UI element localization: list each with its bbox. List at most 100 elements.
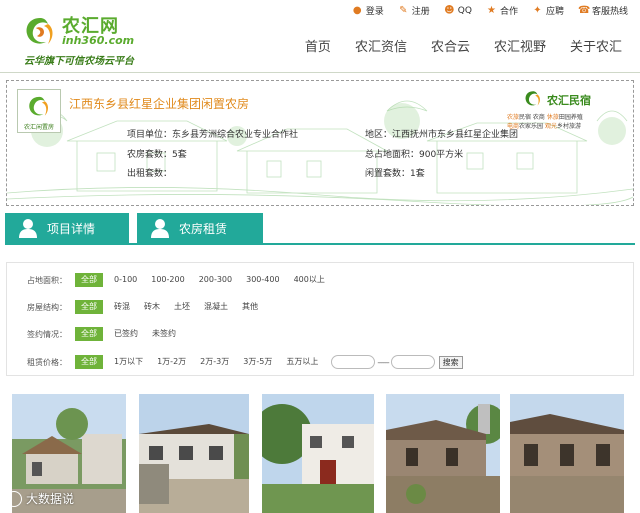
- filter-price-option[interactable]: 1万-2万: [150, 355, 193, 369]
- jobs-label: 应聘: [545, 7, 564, 17]
- hotline-label: 客服热线: [591, 7, 628, 17]
- filter-structure-option[interactable]: 土坯: [167, 300, 197, 314]
- main-nav: 首页 农汇资信 农合云 农汇视野 关于农汇: [293, 38, 622, 58]
- house-photo-5[interactable]: [510, 394, 624, 513]
- filter-area-all[interactable]: 全部: [75, 273, 103, 287]
- filter-structure-option[interactable]: 砖木: [137, 300, 167, 314]
- project-banner: 农汇闲置房 江西东乡县红星企业集团闲置农房 农汇民宿 农旅民宿 农商 休旅田园养…: [6, 80, 634, 206]
- tab-project-detail-label: 项目详情: [47, 221, 96, 236]
- region: 地区：江西抚州市东乡县红星企业集团: [365, 130, 519, 140]
- tag-1b: 民宿 农商: [519, 114, 545, 121]
- jobs-link[interactable]: ✦ 应聘: [532, 4, 564, 17]
- qq-icon: ☻: [444, 5, 455, 16]
- badge-logo-icon: [29, 96, 49, 116]
- tag-2d: 乡村旅游: [556, 123, 581, 130]
- cooperate-link[interactable]: ★ 合作: [486, 4, 518, 17]
- filter-area-option[interactable]: 400以上: [287, 273, 332, 287]
- house-photo-2[interactable]: [139, 394, 253, 513]
- watermark-text: 大数据说: [26, 492, 75, 506]
- wechat-bubble-icon: [6, 490, 22, 507]
- detail-tabs: 项目详情 农房租赁: [5, 213, 635, 245]
- register-link[interactable]: ✎ 注册: [398, 4, 430, 17]
- filter-panel: 占地面积： 全部 0-100 100-200 200-300 300-400 4…: [6, 262, 634, 376]
- filter-area-option[interactable]: 300-400: [239, 273, 286, 287]
- banner-title: 江西东乡县红星企业集团闲置农房: [69, 97, 250, 111]
- filter-structure-row: 房屋结构： 全部 砖混 砖木 土坯 混凝土 其他: [7, 298, 265, 316]
- filter-price-option[interactable]: 1万以下: [107, 355, 150, 369]
- minsu-tags: 农旅民宿 农商 休旅田园养殖 电商农家乐园 观光乡村旅游: [507, 113, 627, 131]
- filter-price-option[interactable]: 五万以上: [279, 355, 325, 369]
- filter-area-option[interactable]: 0-100: [107, 273, 144, 287]
- tabs-underline: [5, 243, 635, 245]
- search-button[interactable]: 搜索: [438, 355, 463, 369]
- tag-2c: 观光: [544, 123, 557, 130]
- house-photo-3[interactable]: [262, 394, 376, 513]
- filter-price-all[interactable]: 全部: [75, 355, 103, 369]
- login-link[interactable]: ● 登录: [352, 4, 384, 17]
- minsu-logo-icon: [525, 91, 540, 106]
- filter-area-option[interactable]: 100-200: [144, 273, 191, 287]
- header-divider: [0, 72, 640, 73]
- logo-slogan: 云华旗下可信农场云平台: [24, 56, 134, 67]
- price-range-dash: ------: [377, 357, 389, 367]
- filter-contract-row: 签约情况： 全部 已签约 未签约: [7, 325, 183, 343]
- logo-swirl-icon: [26, 18, 53, 44]
- price-min-input[interactable]: [331, 355, 376, 369]
- logo-domain: inh360.com: [62, 34, 135, 47]
- qq-link[interactable]: ☻ QQ: [444, 5, 472, 16]
- filter-contract-option[interactable]: 已签约: [107, 327, 145, 341]
- nav-credit[interactable]: 农汇资信: [343, 38, 419, 58]
- filter-structure-all[interactable]: 全部: [75, 300, 103, 314]
- house-photo-2-image: [139, 394, 249, 513]
- house-photo-5-image: [510, 394, 624, 513]
- house-photo-3-image: [262, 394, 374, 513]
- handshake-icon: ★: [486, 5, 496, 16]
- filter-contract-option[interactable]: 未签约: [145, 327, 183, 341]
- tab-house-rental[interactable]: 农房租赁: [137, 213, 263, 243]
- top-links: ● 登录 ✎ 注册 ☻ QQ ★ 合作 ✦ 应聘 ☎ 客服热线: [352, 4, 628, 17]
- filter-contract-all[interactable]: 全部: [75, 327, 103, 341]
- idle-house-badge: 农汇闲置房: [17, 89, 61, 133]
- tab-project-detail[interactable]: 项目详情: [5, 213, 129, 243]
- price-max-input[interactable]: [390, 355, 435, 369]
- filter-structure-option[interactable]: 其他: [235, 300, 265, 314]
- hotline-link[interactable]: ☎ 客服热线: [578, 4, 628, 17]
- total-area: 总占地面积：900平方米: [365, 150, 464, 160]
- idle-count: 闲置套数：1套: [365, 169, 425, 179]
- filter-structure-option[interactable]: 混凝土: [197, 300, 235, 314]
- filter-structure-label: 房屋结构：: [27, 302, 67, 312]
- login-label: 登录: [365, 7, 384, 17]
- filter-price-option[interactable]: 2万-3万: [193, 355, 236, 369]
- tab-house-rental-label: 农房租赁: [179, 221, 228, 236]
- share-icon: ✦: [533, 5, 542, 16]
- filter-structure-option[interactable]: 砖混: [107, 300, 137, 314]
- tag-1c: 休旅: [546, 114, 559, 121]
- house-photo-4[interactable]: [386, 394, 500, 513]
- phone-icon: ☎: [577, 5, 591, 16]
- minsu-brand: 农汇民宿: [523, 89, 623, 109]
- filter-contract-label: 签约情况：: [27, 329, 67, 339]
- nav-about[interactable]: 关于农汇: [558, 38, 622, 58]
- filter-area-row: 占地面积： 全部 0-100 100-200 200-300 300-400 4…: [7, 271, 332, 289]
- edit-icon: ✎: [399, 5, 408, 16]
- cooperate-label: 合作: [499, 7, 518, 17]
- badge-text: 农汇闲置房: [23, 124, 54, 131]
- nav-cloud[interactable]: 农合云: [419, 38, 482, 58]
- filter-price-option[interactable]: 3万-5万: [236, 355, 279, 369]
- nav-vision[interactable]: 农汇视野: [482, 38, 558, 58]
- minsu-brand-text: 农汇民宿: [547, 94, 591, 107]
- person-icon: [19, 219, 37, 238]
- project-unit: 项目单位：东乡县芳洲综合农业专业合作社: [127, 130, 299, 140]
- register-label: 注册: [411, 7, 430, 17]
- tag-1d: 田园养殖: [558, 114, 583, 121]
- filter-price-row: 租赁价格： 全部 1万以下 1万-2万 2万-3万 3万-5万 五万以上 ---…: [7, 353, 463, 371]
- qq-label: QQ: [457, 5, 472, 16]
- person-icon: [151, 219, 169, 238]
- filter-area-option[interactable]: 200-300: [192, 273, 239, 287]
- site-logo[interactable]: 农汇网 inh360.com 云华旗下可信农场云平台: [22, 10, 142, 67]
- nav-home[interactable]: 首页: [293, 38, 343, 58]
- filter-price-label: 租赁价格：: [27, 357, 67, 367]
- tag-1a: 农旅: [507, 114, 520, 121]
- house-count: 农房套数：5套: [127, 150, 187, 160]
- tag-2b: 农家乐园: [519, 123, 544, 130]
